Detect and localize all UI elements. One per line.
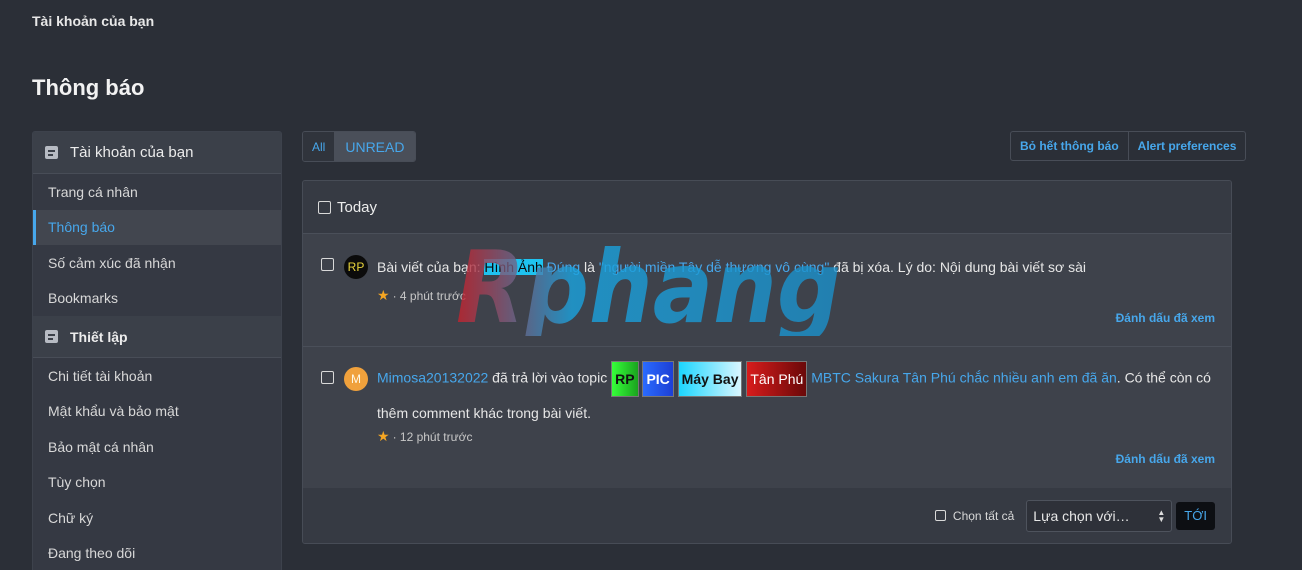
sidebar: Tài khoản của bạn Trang cá nhân Thông bá…: [32, 131, 282, 570]
breadcrumb[interactable]: Tài khoản của bạn: [32, 13, 154, 29]
alert-link[interactable]: "người miền Tây dễ thương vô cùng": [599, 259, 829, 275]
tag-pic: PIC: [642, 361, 674, 397]
sidebar-item-security[interactable]: Mật khẩu và bảo mật: [33, 394, 281, 430]
bulk-action-value: Lựa chọn với…: [1033, 507, 1130, 524]
dismiss-all-button[interactable]: Bỏ hết thông báo: [1011, 132, 1128, 160]
sidebar-item-privacy[interactable]: Bảo mật cá nhân: [33, 429, 281, 465]
topic-link[interactable]: MBTC Sakura Tân Phú chắc nhiều anh em đã…: [811, 370, 1117, 386]
alert-checkbox[interactable]: [321, 258, 334, 271]
tag-may-bay: Máy Bay: [677, 361, 743, 397]
mark-read-link[interactable]: Đánh dấu đã xem: [1116, 311, 1215, 325]
sidebar-item-reactions[interactable]: Số cảm xúc đã nhận: [33, 245, 281, 281]
alert-text-mid: là: [580, 259, 599, 275]
sidebar-item-signature[interactable]: Chữ ký: [33, 500, 281, 536]
alert-text: Bài viết của bạn: Hình Ảnh Đúng là "ngườ…: [377, 251, 1211, 283]
alert-actions: Bỏ hết thông báo Alert preferences: [1010, 131, 1247, 161]
alert-checkbox[interactable]: [321, 371, 334, 384]
tab-all[interactable]: All: [303, 132, 335, 161]
page-title: Thông báo: [32, 75, 145, 100]
sidebar-item-account-details[interactable]: Chi tiết tài khoản: [33, 358, 281, 394]
select-all-checkbox[interactable]: [934, 510, 946, 521]
alert-meta: ★ · 12 phút trước: [377, 428, 473, 445]
username-link[interactable]: Mimosa20132022: [377, 370, 488, 386]
alert-time: · 4 phút trước: [392, 288, 466, 303]
avatar[interactable]: RP: [344, 255, 368, 279]
select-today-checkbox[interactable]: [318, 200, 331, 214]
alerts-block: Today RP Bài viết của bạn: Hình Ảnh Đúng…: [302, 180, 1232, 544]
sidebar-item-following[interactable]: Đang theo dõi: [33, 536, 281, 570]
alert-action: đã trả lời vào topic: [488, 369, 612, 386]
sidebar-section-settings: Thiết lập: [33, 316, 281, 358]
select-all-toggle[interactable]: Chọn tất cả: [934, 508, 1015, 523]
sidebar-section-title: Thiết lập: [70, 328, 128, 345]
highlight-text: Hình Ảnh: [484, 259, 543, 275]
sidebar-item-profile[interactable]: Trang cá nhân: [33, 174, 281, 210]
sidebar-section-title: Tài khoản của bạn: [70, 144, 194, 161]
sidebar-section-account: Tài khoản của bạn: [33, 132, 281, 174]
tab-unread[interactable]: UNREAD: [334, 132, 416, 161]
bulk-action-select[interactable]: Lựa chọn với… ▲ ▼: [1026, 499, 1173, 532]
mark-read-link[interactable]: Đánh dấu đã xem: [1116, 452, 1215, 466]
go-button[interactable]: TỚI: [1176, 501, 1215, 530]
alert-prefix: Bài viết của bạn:: [377, 259, 485, 275]
sidebar-item-alerts[interactable]: Thông báo: [33, 209, 281, 245]
alert-item: RP Bài viết của bạn: Hình Ảnh Đúng là "n…: [303, 234, 1231, 347]
avatar[interactable]: M: [344, 367, 368, 391]
document-icon: [45, 146, 58, 159]
alert-preferences-button[interactable]: Alert preferences: [1127, 132, 1246, 160]
tag-tan-phu: Tân Phú: [746, 361, 808, 397]
alerts-block-header: Today: [303, 181, 1231, 234]
sidebar-item-bookmarks[interactable]: Bookmarks: [33, 281, 281, 317]
alerts-block-footer: Chọn tất cả Lựa chọn với… ▲ ▼ TỚI: [303, 488, 1231, 543]
alert-time: · 12 phút trước: [392, 429, 473, 444]
filter-tabs: All UNREAD: [302, 131, 417, 162]
star-icon: ★: [377, 287, 390, 303]
alert-link[interactable]: Đúng: [543, 259, 580, 275]
document-icon: [45, 330, 58, 343]
sidebar-item-preferences[interactable]: Tùy chọn: [33, 465, 281, 501]
alert-meta: ★ · 4 phút trước: [377, 287, 466, 304]
star-icon: ★: [377, 428, 390, 444]
select-all-label: Chọn tất cả: [952, 508, 1015, 523]
select-arrows-icon: ▲ ▼: [1157, 507, 1166, 524]
alerts-block-title: Today: [337, 198, 378, 216]
alert-item: M Mimosa20132022 đã trả lời vào topic RP…: [303, 347, 1231, 489]
alert-suffix: đã bị xóa. Lý do: Nội dung bài viết sơ s…: [829, 259, 1086, 275]
alert-text: Mimosa20132022 đã trả lời vào topic RP P…: [377, 361, 1211, 429]
tag-rp: RP: [611, 361, 639, 397]
